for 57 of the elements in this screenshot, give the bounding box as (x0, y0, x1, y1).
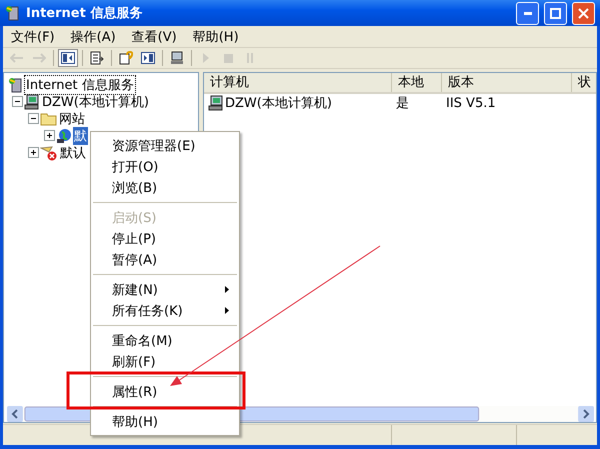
column-header[interactable]: 状 (572, 73, 596, 92)
table-cell-text: IIS V5.1 (445, 96, 497, 110)
export-list-icon (90, 51, 104, 65)
expand-icon[interactable] (28, 147, 39, 158)
server-icon (8, 76, 24, 92)
panel-toggle-icon (141, 52, 155, 64)
forward-arrow-icon (32, 53, 46, 63)
context-menu-item[interactable]: 浏览(B) (91, 177, 239, 198)
tree-item[interactable]: 默认 (59, 144, 87, 162)
toolbar-button[interactable] (138, 49, 158, 67)
help-icon (119, 51, 133, 65)
column-header[interactable]: 版本 (442, 73, 572, 92)
globe-icon (56, 128, 72, 144)
tree-item[interactable]: 网站 (58, 110, 86, 128)
collapse-icon[interactable] (12, 96, 23, 107)
menu-item[interactable]: 查看(V) (124, 28, 185, 46)
context-menu-item[interactable]: 帮助(H) (91, 411, 239, 432)
tree-item[interactable]: DZW(本地计算机) (41, 92, 150, 110)
window-title: Internet 信息服务 (26, 5, 144, 22)
mail-server-icon (40, 144, 58, 160)
tree-item[interactable]: 默 (73, 126, 88, 144)
stop-icon (224, 54, 232, 62)
folder-icon (40, 112, 57, 126)
context-menu-item[interactable]: 打开(O) (91, 156, 239, 177)
table-cell-text: 是 (395, 95, 410, 112)
maximize-button[interactable] (544, 2, 567, 24)
computer-icon (24, 94, 40, 110)
column-header[interactable]: 计算机 (204, 73, 392, 92)
context-menu-item[interactable]: 属性(R) (91, 381, 239, 402)
menu-item[interactable]: 文件(F) (3, 28, 63, 46)
back-arrow-icon (10, 53, 24, 63)
pause-icon (246, 53, 254, 63)
context-menu-item[interactable]: 暂停(A) (91, 249, 239, 270)
collapse-icon[interactable] (28, 113, 39, 124)
column-header[interactable]: 本地 (392, 73, 442, 92)
context-menu-item[interactable]: 刷新(F) (91, 351, 239, 372)
minimize-button[interactable] (516, 2, 539, 24)
tree-item[interactable]: Internet 信息服务 (25, 76, 135, 94)
maximize-icon (550, 8, 561, 18)
expand-icon[interactable] (44, 130, 55, 141)
context-menu-item[interactable]: 新建(N) (91, 279, 239, 300)
context-menu-item[interactable]: 资源管理器(E) (91, 135, 239, 156)
computer-icon (170, 51, 184, 65)
context-menu-item[interactable]: 停止(P) (91, 228, 239, 249)
tree-pane-icon (61, 52, 75, 64)
table-cell: DZW(本地计算机) (204, 94, 392, 112)
menu-item[interactable]: 帮助(H) (184, 28, 247, 46)
context-menu-item[interactable]: 重命名(M) (91, 330, 239, 351)
server-icon (5, 5, 21, 21)
close-icon (578, 8, 589, 18)
play-icon (202, 53, 210, 63)
menu-item[interactable]: 操作(A) (62, 28, 124, 46)
close-button[interactable] (572, 2, 595, 24)
computer-icon (208, 95, 224, 111)
toolbar-button[interactable] (58, 49, 78, 67)
minimize-icon (524, 12, 532, 14)
context-menu-item[interactable]: 所有任务(K) (91, 300, 239, 321)
